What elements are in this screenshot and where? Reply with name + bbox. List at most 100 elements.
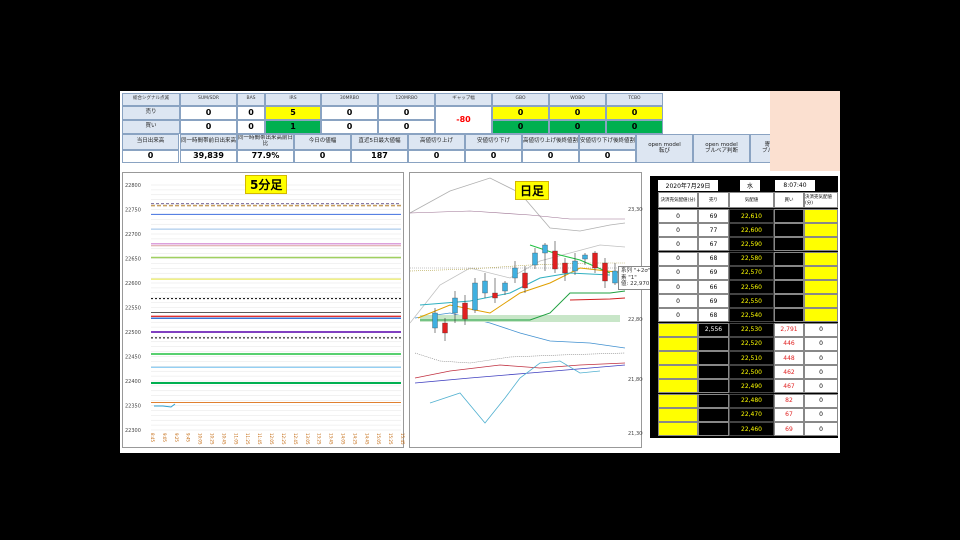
candle-body bbox=[542, 244, 548, 254]
candle-body bbox=[472, 282, 478, 311]
board-right-qty: 0 bbox=[804, 365, 838, 380]
candle-body bbox=[562, 262, 568, 274]
stat-value: 77.9% bbox=[237, 150, 294, 163]
board-left-qty: 0 bbox=[658, 294, 698, 309]
x-tick-label: 15:25 bbox=[388, 433, 393, 445]
buy-signal-value: 0 bbox=[321, 120, 378, 134]
board-left-qty: 0 bbox=[658, 237, 698, 252]
board-right-qty bbox=[804, 265, 838, 280]
stat-label: 安値切り下げ後終値割 bbox=[579, 134, 636, 150]
signal-header: BAS bbox=[237, 93, 265, 106]
board-buy-qty bbox=[774, 280, 804, 294]
board-price: 22,500 bbox=[729, 365, 774, 380]
y-tick-label: 22600 bbox=[125, 281, 141, 287]
board-price: 22,530 bbox=[729, 322, 774, 337]
y-tick-label: 22800 bbox=[125, 183, 141, 189]
signal-header: WOBO bbox=[549, 93, 606, 106]
board-buy-qty bbox=[774, 251, 804, 266]
candle-body bbox=[602, 262, 608, 282]
board-price: 22,570 bbox=[729, 265, 774, 280]
candle-body bbox=[552, 250, 558, 270]
board-left-qty bbox=[658, 322, 698, 337]
board-price: 22,580 bbox=[729, 251, 774, 266]
y-tick-label: 22350 bbox=[125, 404, 141, 410]
board-left-qty: 0 bbox=[658, 308, 698, 323]
board-sell-qty: 2,556 bbox=[698, 322, 729, 337]
board-buy-qty bbox=[774, 265, 804, 280]
x-tick-label: 13:25 bbox=[317, 433, 322, 445]
sell-signal-value: 5 bbox=[265, 106, 321, 120]
candle-body bbox=[462, 302, 468, 320]
board-column-header: 決済売気配値(分) bbox=[804, 192, 838, 208]
y-tick-label: 23,300 bbox=[628, 207, 643, 213]
stat-value: 0 bbox=[294, 150, 351, 163]
stat-label: 直近5日最大値幅 bbox=[351, 134, 408, 150]
board-left-qty bbox=[658, 336, 698, 351]
board-right-qty bbox=[804, 294, 838, 309]
upper-line bbox=[529, 244, 611, 274]
daily-chart-title: 日足 bbox=[515, 181, 550, 200]
x-tick-label: 10:05 bbox=[198, 433, 203, 445]
board-buy-qty: 448 bbox=[774, 351, 804, 365]
board-left-qty bbox=[658, 351, 698, 365]
y-tick-label: 22650 bbox=[125, 257, 141, 263]
sell-signal-value: 0 bbox=[180, 106, 237, 120]
board-right-qty: 0 bbox=[804, 407, 838, 422]
board-price: 22,490 bbox=[729, 379, 774, 394]
stat-label: 高値切り上げ bbox=[408, 134, 465, 150]
candle-body bbox=[522, 272, 528, 289]
y-tick-label: 22500 bbox=[125, 330, 141, 336]
board-column-header: 売り bbox=[698, 192, 729, 208]
board-right-qty bbox=[804, 280, 838, 294]
board-column-header: 決済売気配値(分) bbox=[658, 192, 698, 208]
board-left-qty bbox=[658, 393, 698, 408]
indicator-label: open model ブルベア判断 bbox=[693, 134, 750, 163]
board-left-qty bbox=[658, 365, 698, 380]
sell-row-label: 売り bbox=[122, 106, 180, 120]
board-price: 22,470 bbox=[729, 407, 774, 422]
daily-chart: 23,30022,80021,80021,300 日足 系列 "+2σ" 要素 … bbox=[409, 172, 662, 448]
buy-row-label: 買い bbox=[122, 120, 180, 134]
x-tick-label: 11:45 bbox=[257, 433, 262, 445]
x-tick-label: 11:05 bbox=[233, 433, 238, 445]
buy-signal-value: 1 bbox=[265, 120, 321, 134]
board-price: 22,560 bbox=[729, 280, 774, 294]
board-buy-qty: 467 bbox=[774, 379, 804, 394]
board-sell-qty bbox=[698, 407, 729, 422]
board-sell-qty: 67 bbox=[698, 237, 729, 252]
candle-body bbox=[432, 312, 438, 329]
sell-signal-value: 0 bbox=[378, 106, 435, 120]
buy-signal-value: 0 bbox=[549, 120, 606, 134]
board-left-qty: 0 bbox=[658, 251, 698, 266]
gap-value: -80 bbox=[435, 106, 492, 134]
board-right-qty bbox=[804, 251, 838, 266]
x-tick-label: 14:45 bbox=[364, 433, 369, 445]
y-tick-label: 21,800 bbox=[628, 377, 643, 383]
stat-value: 0 bbox=[522, 150, 579, 163]
board-price: 22,550 bbox=[729, 294, 774, 309]
board-left-qty: 0 bbox=[658, 280, 698, 294]
board-sell-qty bbox=[698, 393, 729, 408]
signal-header: 30MRBO bbox=[321, 93, 378, 106]
stat-label: 当日出来高 bbox=[122, 134, 179, 150]
board-price: 22,540 bbox=[729, 308, 774, 323]
sheet-background-area bbox=[770, 91, 840, 171]
board-left-qty: 0 bbox=[658, 209, 698, 223]
daily-chart-plot: 23,300 22,800 21,800 21,300 bbox=[409, 177, 646, 437]
board-price: 22,600 bbox=[729, 223, 774, 238]
stat-label: 同一時間帯出来高前日比 bbox=[237, 134, 294, 150]
y-tick-label: 21,300 bbox=[628, 431, 643, 437]
sell-signal-value: 0 bbox=[549, 106, 606, 120]
board-right-qty: 0 bbox=[804, 393, 838, 408]
ma-line bbox=[414, 362, 626, 379]
stat-value: 0 bbox=[408, 150, 465, 163]
x-tick-label: 14:25 bbox=[352, 433, 357, 445]
buy-signal-value: 0 bbox=[378, 120, 435, 134]
cloud-area bbox=[420, 315, 620, 322]
board-weekday: 水 bbox=[740, 180, 760, 191]
board-right-qty: 0 bbox=[804, 351, 838, 365]
board-price: 22,460 bbox=[729, 422, 774, 436]
board-buy-qty: 69 bbox=[774, 422, 804, 436]
board-sell-qty: 69 bbox=[698, 265, 729, 280]
x-tick-label: 13:45 bbox=[329, 433, 334, 445]
